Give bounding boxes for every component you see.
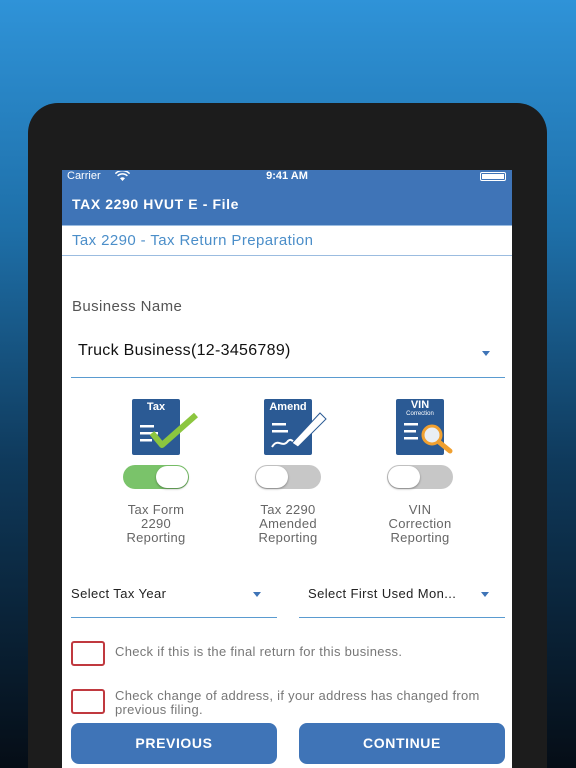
continue-button[interactable]: CONTINUE: [299, 723, 505, 764]
option-vin-correction: VIN Correction VIN Correction Reporting: [360, 399, 480, 545]
option-amended: Amend Tax 2290 Amended Reporting: [228, 399, 348, 545]
chevron-down-icon: [481, 592, 489, 597]
section-header: Tax 2290 - Tax Return Preparation: [62, 225, 512, 256]
tax-year-dropdown[interactable]: Select Tax Year: [71, 570, 277, 618]
tax-form-check-icon: Tax: [132, 399, 198, 455]
final-return-checkbox[interactable]: [71, 641, 105, 666]
clock: 9:41 AM: [266, 170, 308, 182]
vin-correction-caption: VIN Correction Reporting: [388, 502, 452, 545]
business-name-value: Truck Business(12-3456789): [78, 342, 291, 359]
battery-icon: [480, 172, 506, 181]
tax-form-toggle[interactable]: [123, 465, 189, 489]
option-tax-form: Tax Tax Form 2290 Reporting: [96, 399, 216, 545]
tax-year-value: Select Tax Year: [71, 586, 167, 601]
change-address-label: Check change of address, if your address…: [115, 688, 480, 717]
business-name-label: Business Name: [72, 298, 183, 315]
business-name-dropdown[interactable]: Truck Business(12-3456789): [71, 332, 505, 378]
vin-magnifier-icon: VIN Correction: [396, 399, 453, 455]
status-bar: Carrier 9:41 AM: [62, 170, 512, 183]
chevron-down-icon: [253, 592, 261, 597]
first-used-month-value: Select First Used Mon...: [308, 586, 457, 601]
app-title: TAX 2290 HVUT E - File: [72, 196, 239, 212]
app-screen: Carrier 9:41 AM TAX 2290 HVUT E - File T…: [62, 170, 512, 768]
nav-bar: TAX 2290 HVUT E - File: [62, 183, 512, 225]
amended-caption: Tax 2290 Amended Reporting: [258, 502, 318, 545]
first-used-month-dropdown[interactable]: Select First Used Mon...: [299, 570, 505, 618]
chevron-down-icon: [482, 351, 490, 356]
change-address-checkbox[interactable]: [71, 689, 105, 714]
final-return-label: Check if this is the final return for th…: [115, 644, 403, 659]
tax-form-caption: Tax Form 2290 Reporting: [126, 502, 186, 545]
amend-pen-icon: Amend: [264, 399, 327, 455]
amended-toggle[interactable]: [255, 465, 321, 489]
vin-correction-toggle[interactable]: [387, 465, 453, 489]
previous-button[interactable]: PREVIOUS: [71, 723, 277, 764]
